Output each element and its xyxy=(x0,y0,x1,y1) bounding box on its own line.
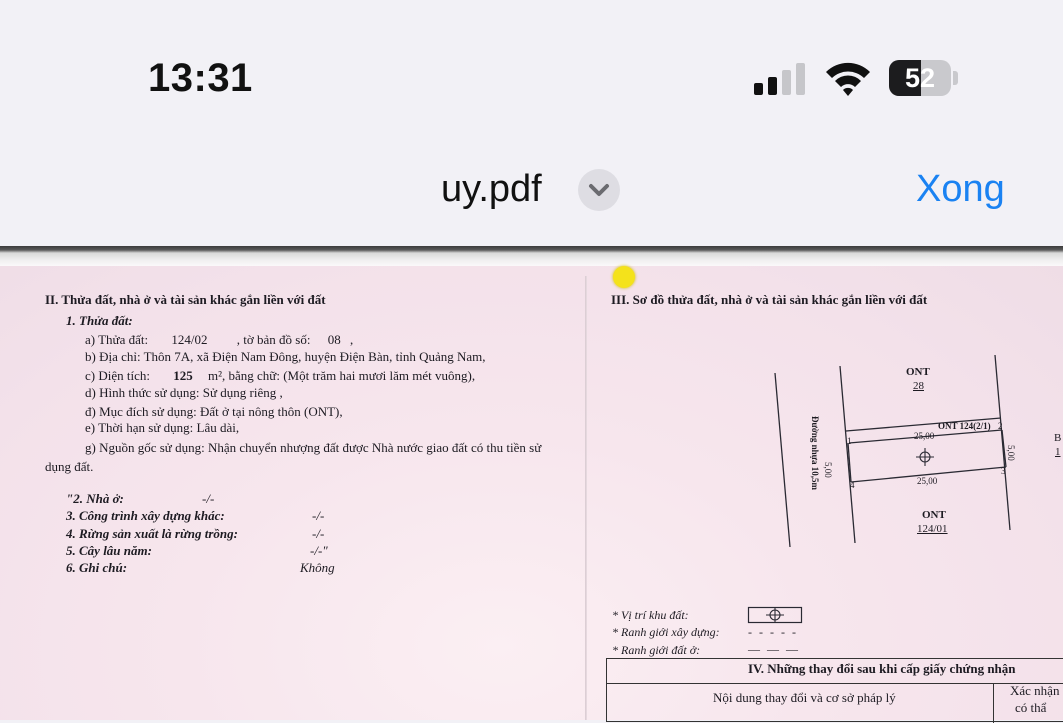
sheet-suffix: , xyxy=(349,332,354,347)
left-width: 5,00 xyxy=(823,462,833,478)
item-value: -/- xyxy=(312,508,325,523)
wifi-icon xyxy=(826,62,870,96)
battery-icon: 52 xyxy=(889,60,958,96)
legend-location: * Vị trí khu đất: xyxy=(612,608,689,622)
changes-table-heading: IV. Những thay đổi sau khi cấp giấy chứn… xyxy=(748,661,1016,676)
document-title[interactable]: uy.pdf xyxy=(441,168,542,211)
item-label: "2. Nhà ở: xyxy=(66,491,124,506)
parcel-number: 124/02 xyxy=(171,332,208,347)
legend-construction: * Ranh giới xây dựng: xyxy=(612,625,720,639)
corner-4: 4 xyxy=(850,480,855,490)
origin-line-2: dụng đất. xyxy=(45,459,94,474)
road-label: Đường nhựa 10,5m xyxy=(810,416,820,491)
right-width: 5,00 xyxy=(1006,445,1016,461)
bottom-length: 25,00 xyxy=(917,476,938,486)
parcel-line: a) Thửa đất: 124/02 , tờ bản đồ số: 08 , xyxy=(85,332,353,348)
legend-boundary: * Ranh giới đất ở: xyxy=(612,643,701,657)
item-label: 6. Ghi chú: xyxy=(66,560,128,575)
section-ii-heading: II. Thửa đất, nhà ở và tài sản khác gắn … xyxy=(45,292,326,307)
legend-boundary-line: — — — xyxy=(748,642,800,656)
item-value: Không xyxy=(300,560,335,575)
edge-digit: 1 xyxy=(1055,446,1061,458)
page-fold xyxy=(585,276,587,720)
item-label: 5. Cây lâu năm: xyxy=(66,543,152,558)
status-time: 13:31 xyxy=(148,56,253,100)
scan-edge xyxy=(0,246,1063,266)
corner-3: 3 xyxy=(1001,466,1006,476)
sheet-number: 08 xyxy=(327,332,341,347)
corner-2: 2 xyxy=(998,421,1003,431)
done-button[interactable]: Xong xyxy=(916,168,1005,211)
north-parcel-label: ONT xyxy=(906,366,930,378)
changes-table-column-confirm: Xác nhận xyxy=(1010,683,1060,698)
parcel-subheading: 1. Thửa đất: xyxy=(66,313,133,328)
location-symbol-icon xyxy=(747,606,803,624)
corner-1: 1 xyxy=(847,436,852,446)
use-purpose-line: đ) Mục đích sử dụng: Đất ở tại nông thôn… xyxy=(85,404,343,419)
changes-table-column-confirm-2: có thẩ xyxy=(1015,700,1047,715)
item-label: 4. Rừng sản xuất là rừng trồng: xyxy=(66,526,238,541)
sheet-prefix: , tờ bản đồ số: xyxy=(236,332,311,347)
north-parcel-number: 28 xyxy=(913,380,924,392)
item-value: -/-" xyxy=(310,543,328,558)
legend-construction-line: - - - - - xyxy=(748,625,798,639)
south-parcel-label: ONT xyxy=(922,509,946,521)
item-value: -/- xyxy=(202,491,215,506)
area-line: c) Diện tích: 125 m², bằng chữ: (Một tră… xyxy=(85,368,475,384)
item-value: -/- xyxy=(312,526,325,541)
use-term-line: e) Thời hạn sử dụng: Lâu dài, xyxy=(85,420,240,435)
section-iii-heading: III. Sơ đồ thửa đất, nhà ở và tài sản kh… xyxy=(611,292,928,307)
changes-table-column-content: Nội dung thay đổi và cơ sở pháp lý xyxy=(713,690,896,705)
edge-letter: B xyxy=(1054,432,1062,444)
area-prefix: c) Diện tích: xyxy=(85,368,150,383)
chevron-down-icon[interactable] xyxy=(578,169,620,211)
origin-line-1: g) Nguồn gốc sử dụng: Nhận chuyển nhượng… xyxy=(85,440,542,455)
pdf-page-view[interactable] xyxy=(0,246,1063,720)
south-parcel-number: 124/01 xyxy=(917,523,948,535)
parcel-prefix: a) Thửa đất: xyxy=(85,332,149,347)
battery-level: 52 xyxy=(904,63,936,93)
top-length: 25,00 xyxy=(914,431,935,441)
area-value: 125 xyxy=(173,368,193,383)
parcel-code: ONT 124(2/1) xyxy=(938,421,991,431)
use-form-line: d) Hình thức sử dụng: Sử dụng riêng , xyxy=(85,385,283,400)
address-line: b) Địa chỉ: Thôn 7A, xã Điện Nam Đông, h… xyxy=(85,349,486,364)
cellular-signal-icon xyxy=(754,62,810,95)
area-suffix: m², bằng chữ: (Một trăm hai mươi lăm mét… xyxy=(207,368,476,383)
annotation-dot[interactable] xyxy=(613,266,635,288)
item-label: 3. Công trình xây dựng khác: xyxy=(66,508,225,523)
